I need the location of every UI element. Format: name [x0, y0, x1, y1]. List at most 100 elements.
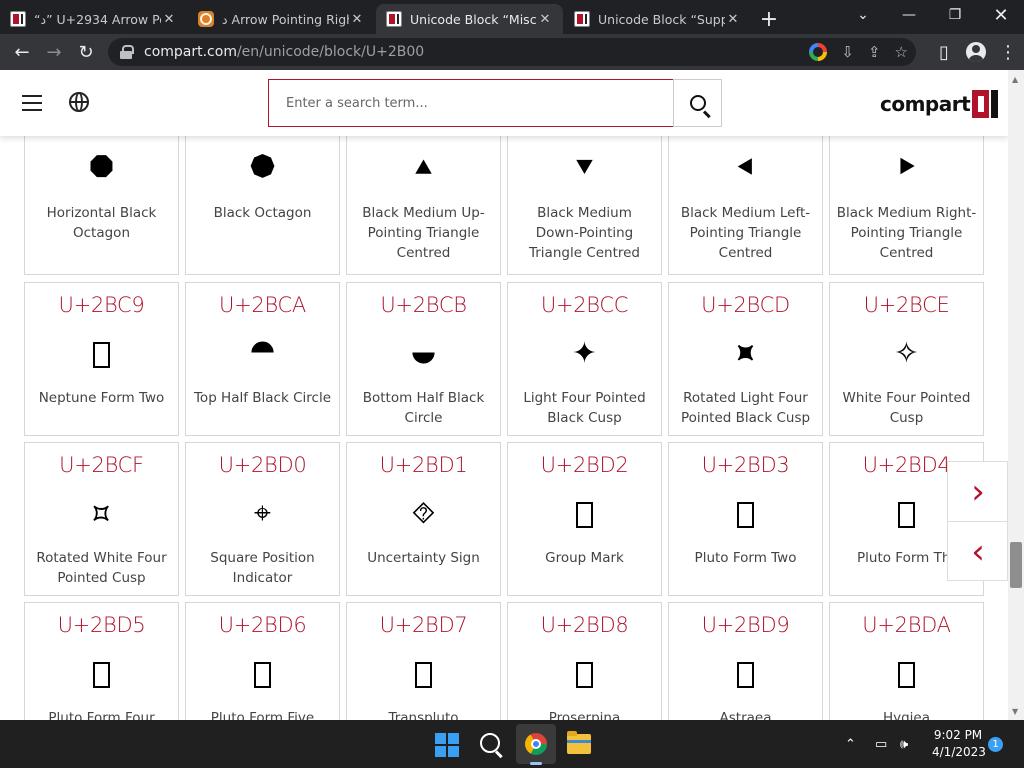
- glyph-card[interactable]: U+2BD9 Astraea: [668, 602, 823, 720]
- browser-tab-1[interactable]: “د” U+2934 Arrow Poin ✕: [0, 4, 187, 34]
- glyph-card[interactable]: U+2BD8 Proserpina: [507, 602, 662, 720]
- close-tab-icon[interactable]: ✕: [349, 12, 365, 27]
- close-window-button[interactable]: ✕: [978, 0, 1024, 30]
- glyph-card[interactable]: ⯆ Black Medium Down-Pointing Triangle Centr…: [507, 132, 662, 275]
- glyph-card[interactable]: U+2BCB ⯋ Bottom Half Black Circle: [346, 282, 501, 436]
- codepoint-label[interactable]: U+2BD8: [508, 613, 661, 637]
- glyph-card[interactable]: U+2BCE ✧ White Four Pointed Cusp: [829, 282, 984, 436]
- glyph-preview: ⯏: [89, 496, 114, 531]
- file-explorer-icon[interactable]: [567, 731, 591, 754]
- glyph-card[interactable]: U+2BD1 ⯑ Uncertainty Sign: [346, 442, 501, 596]
- network-icon[interactable]: ▭: [875, 720, 887, 768]
- glyph-card[interactable]: U+2BD3 Pluto Form Two: [668, 442, 823, 596]
- glyph-card[interactable]: U+2BD6 Pluto Form Five: [185, 602, 340, 720]
- taskbar-chrome-button[interactable]: [516, 724, 556, 764]
- close-tab-icon[interactable]: ✕: [725, 12, 741, 27]
- side-panel-icon[interactable]: ▯: [928, 36, 960, 68]
- glyph-card[interactable]: U+2BCF ⯏ Rotated White Four Pointed Cusp: [24, 442, 179, 596]
- codepoint-label[interactable]: U+2BCF: [25, 453, 178, 477]
- search-button[interactable]: [673, 79, 722, 127]
- reload-button[interactable]: ↻: [70, 36, 102, 68]
- glyph-card[interactable]: ⯅ Black Medium Up- Pointing Triangle Centre…: [346, 132, 501, 275]
- browser-tab-2[interactable]: د Arrow Pointing Right ✕: [188, 4, 375, 34]
- glyph-card[interactable]: ⯃ Horizontal Black Octagon: [24, 132, 179, 275]
- globe-language-icon[interactable]: [69, 92, 89, 112]
- new-tab-button[interactable]: +: [752, 4, 786, 34]
- next-page-button[interactable]: ›: [948, 462, 1008, 522]
- character-name-line: Pluto Form Two: [694, 550, 797, 566]
- taskbar-search-icon[interactable]: [480, 733, 500, 753]
- glyph-preview: [25, 658, 178, 690]
- chrome-menu-icon[interactable]: ⋮: [992, 36, 1024, 68]
- character-name-line: Proserpina: [548, 710, 621, 720]
- tab-search-icon[interactable]: ⌄: [840, 0, 886, 30]
- forward-button[interactable]: →: [38, 36, 70, 68]
- back-button[interactable]: ←: [6, 36, 38, 68]
- codepoint-label[interactable]: U+2BD6: [186, 613, 339, 637]
- glyph-card[interactable]: U+2BCA ⯊ Top Half Black Circle: [185, 282, 340, 436]
- codepoint-label[interactable]: U+2BDA: [830, 613, 983, 637]
- search-input[interactable]: [268, 79, 674, 127]
- glyph-card[interactable]: ⯇ Black Medium Left- Pointing Triangle Cent…: [668, 132, 823, 275]
- codepoint-label[interactable]: U+2BCA: [186, 293, 339, 317]
- codepoint-label[interactable]: U+2BD2: [508, 453, 661, 477]
- glyph-preview: ⌖: [254, 496, 271, 531]
- scrollbar-thumb[interactable]: [1010, 542, 1022, 588]
- previous-page-button[interactable]: ‹: [948, 522, 1008, 582]
- glyph-card[interactable]: U+2BDA Hygiea: [829, 602, 984, 720]
- missing-glyph-box-icon: [93, 341, 110, 368]
- glyph-preview: ⯍: [734, 336, 757, 371]
- codepoint-label[interactable]: U+2BCB: [347, 293, 500, 317]
- windows-start-icon[interactable]: [435, 733, 459, 757]
- codepoint-label[interactable]: U+2BCC: [508, 293, 661, 317]
- scroll-up-arrow-icon[interactable]: ▲: [1012, 75, 1018, 84]
- missing-glyph-box-icon: [737, 501, 754, 528]
- glyph-card[interactable]: U+2BD7 Transpluto: [346, 602, 501, 720]
- codepoint-label[interactable]: U+2BD7: [347, 613, 500, 637]
- glyph-card[interactable]: ⯈ Black Medium Right- Pointing Triangle Cen…: [829, 132, 984, 275]
- system-clock[interactable]: 9:02 PM 4/1/2023: [932, 727, 986, 761]
- codepoint-label[interactable]: U+2BCD: [669, 293, 822, 317]
- volume-icon[interactable]: 🕪: [900, 720, 908, 768]
- glyph-card[interactable]: U+2BD2 Group Mark: [507, 442, 662, 596]
- browser-tab-4[interactable]: Unicode Block “Supple ✕: [564, 4, 751, 34]
- minimize-button[interactable]: —: [886, 0, 932, 30]
- codepoint-label[interactable]: U+2BC9: [25, 293, 178, 317]
- missing-glyph-box-icon: [93, 661, 110, 688]
- codepoint-label[interactable]: U+2BD5: [25, 613, 178, 637]
- character-name: Hygiea: [834, 708, 979, 720]
- notification-badge[interactable]: 1: [988, 737, 1003, 752]
- glyph-card[interactable]: U+2BC9 Neptune Form Two: [24, 282, 179, 436]
- scroll-down-arrow-icon[interactable]: ▼: [1012, 707, 1018, 716]
- compart-logo[interactable]: compart: [880, 87, 1000, 121]
- browser-tab-3-active[interactable]: Unicode Block “Miscell ✕: [376, 4, 563, 34]
- codepoint-label[interactable]: U+2BD3: [669, 453, 822, 477]
- lock-icon[interactable]: [120, 45, 134, 59]
- google-lens-icon[interactable]: [809, 43, 828, 61]
- codepoint-label[interactable]: U+2BCE: [830, 293, 983, 317]
- address-bar[interactable]: compart.com/en/unicode/block/U+2B00 ⇩ ⇪ …: [108, 38, 916, 66]
- tray-overflow-chevron-icon[interactable]: ⌃: [845, 720, 856, 768]
- glyph-card[interactable]: U+2BD5 Pluto Form Four: [24, 602, 179, 720]
- close-tab-icon[interactable]: ✕: [161, 12, 177, 27]
- hamburger-menu-icon[interactable]: [22, 95, 42, 111]
- page-scrollbar[interactable]: ▲ ▼: [1008, 70, 1024, 720]
- bookmark-star-icon[interactable]: ☆: [895, 43, 908, 61]
- glyph-card[interactable]: U+2BD0 ⌖ Square Position Indicator: [185, 442, 340, 596]
- character-name: Pluto Form Five: [190, 708, 335, 720]
- codepoint-label[interactable]: U+2BD0: [186, 453, 339, 477]
- close-tab-icon[interactable]: ✕: [537, 12, 553, 27]
- glyph-preview: [830, 658, 983, 690]
- share-icon[interactable]: ⇪: [868, 43, 881, 61]
- character-name: Black Medium Left- Pointing Triangle Centr…: [673, 203, 818, 263]
- character-name-line: Pointing Triangle: [850, 225, 963, 241]
- restore-button[interactable]: ❐: [932, 0, 978, 30]
- glyph-card[interactable]: U+2BCC ✦ Light Four Pointed Black Cusp: [507, 282, 662, 436]
- codepoint-label[interactable]: U+2BD9: [669, 613, 822, 637]
- glyph-card[interactable]: U+2BCD ⯍ Rotated Light Four Pointed Black C…: [668, 282, 823, 436]
- install-app-icon[interactable]: ⇩: [841, 43, 854, 61]
- codepoint-label[interactable]: U+2BD1: [347, 453, 500, 477]
- glyph-card[interactable]: ⯄ Black Octagon: [185, 132, 340, 275]
- profile-button[interactable]: [960, 36, 992, 68]
- character-name-line: Pluto Form Four: [48, 710, 155, 720]
